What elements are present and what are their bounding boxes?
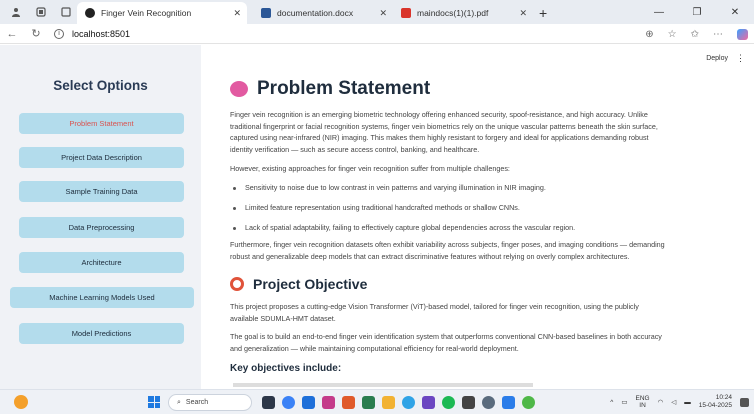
tab-title: maindocs(1)(1).pdf	[417, 8, 489, 18]
key-objectives-title: Key objectives include:	[230, 363, 342, 374]
display-icon[interactable]: ▭	[621, 398, 627, 406]
variability-paragraph: Furthermore, finger vein recognition dat…	[230, 240, 665, 261]
sidebar-title: Select Options	[53, 78, 148, 93]
clipped-text-line	[233, 383, 533, 387]
objective-title: Project Objective	[253, 276, 368, 292]
sidebar: Select Options Problem Statement Project…	[0, 45, 201, 389]
pdf-favicon-icon	[401, 8, 411, 18]
copilot-icon[interactable]	[737, 28, 748, 40]
close-window-icon[interactable]: ✕	[716, 7, 754, 18]
maximize-icon[interactable]: ❐	[678, 7, 716, 18]
language-indicator[interactable]: ENG IN	[635, 395, 649, 409]
system-tray: ^ ▭ ENG IN ◠ ◁ ▬ 10:24 15-04-2025	[610, 394, 732, 410]
back-icon[interactable]: ←	[0, 28, 24, 40]
taskbar: ⌕ Search ^ ▭ ENG IN ◠ ◁ ▬ 10:24 15-04-20…	[0, 389, 754, 414]
url-field[interactable]: i localhost:8501	[54, 28, 131, 39]
wifi-icon[interactable]: ◠	[658, 398, 664, 406]
app-icon[interactable]	[342, 396, 355, 409]
close-tab-icon[interactable]: ✕	[519, 8, 527, 19]
search-icon: ⌕	[177, 398, 181, 406]
tab-maindocs[interactable]: maindocs(1)(1).pdf ✕	[393, 2, 533, 24]
word-favicon-icon	[261, 8, 271, 18]
sidebar-item-architecture[interactable]: Architecture	[19, 252, 184, 273]
main-menu-icon[interactable]: ⋮	[736, 53, 745, 64]
list-item: Sensitivity to noise due to low contrast…	[233, 183, 723, 192]
intro-paragraph: Finger vein recognition is an emerging b…	[230, 110, 658, 154]
chevron-up-icon[interactable]: ^	[610, 399, 613, 406]
main-content: Deploy ⋮ Problem Statement Finger vein r…	[201, 45, 754, 389]
challenges-intro: However, existing approaches for finger …	[230, 164, 510, 173]
sidebar-item-problem-statement[interactable]: Problem Statement	[19, 113, 184, 134]
app-icon[interactable]	[422, 396, 435, 409]
file-explorer-icon[interactable]	[382, 396, 395, 409]
zoom-icon[interactable]: ⊕	[645, 29, 653, 40]
store-icon[interactable]	[302, 396, 315, 409]
github-favicon-icon	[85, 8, 95, 18]
edge-icon[interactable]	[282, 396, 295, 409]
more-icon[interactable]: ⋯	[713, 29, 723, 40]
tab-title: Finger Vein Recognition	[101, 8, 192, 18]
vscode-icon[interactable]	[502, 396, 515, 409]
app-icon[interactable]	[462, 396, 475, 409]
objective-paragraph: This project proposes a cutting-edge Vis…	[230, 302, 639, 323]
browser-tab-strip: Finger Vein Recognition ✕ documentation.…	[0, 0, 754, 24]
app-icon[interactable]	[322, 396, 335, 409]
deploy-button[interactable]: Deploy	[706, 55, 728, 62]
favorites-icon[interactable]: ✩	[691, 29, 699, 40]
spotify-icon[interactable]	[442, 396, 455, 409]
tab-actions-icon[interactable]	[60, 7, 71, 18]
new-tab-button[interactable]: +	[539, 2, 547, 24]
battery-icon[interactable]: ▬	[684, 399, 691, 406]
minimize-icon[interactable]: —	[640, 7, 678, 18]
brain-icon	[230, 81, 248, 97]
page-title: Problem Statement	[257, 78, 431, 99]
start-icon[interactable]	[148, 396, 160, 408]
sidebar-item-project-data-description[interactable]: Project Data Description	[19, 147, 184, 168]
sidebar-item-model-predictions[interactable]: Model Predictions	[19, 323, 184, 344]
tab-finger-vein[interactable]: Finger Vein Recognition ✕	[77, 2, 247, 24]
list-item: Lack of spatial adaptability, failing to…	[233, 223, 723, 232]
task-view-icon[interactable]	[262, 396, 275, 409]
tab-title: documentation.docx	[277, 8, 354, 18]
close-tab-icon[interactable]: ✕	[233, 8, 241, 19]
sidebar-item-ml-models[interactable]: Machine Learning Models Used	[10, 287, 194, 308]
list-item: Limited feature representation using tra…	[233, 203, 723, 212]
volume-icon[interactable]: ◁	[671, 398, 676, 406]
target-icon	[230, 277, 244, 291]
address-bar: ← ↻ i localhost:8501 ⊕ ☆ ✩ ⋯	[0, 24, 754, 44]
reload-icon[interactable]: ↻	[24, 27, 48, 40]
tab-documentation[interactable]: documentation.docx ✕	[253, 2, 393, 24]
taskbar-search[interactable]: ⌕ Search	[168, 394, 252, 411]
sidebar-item-sample-training-data[interactable]: Sample Training Data	[19, 181, 184, 202]
goal-paragraph: The goal is to build an end-to-end finge…	[230, 332, 662, 353]
favorite-star-icon[interactable]: ☆	[668, 29, 677, 40]
notification-icon[interactable]	[740, 398, 749, 407]
profile-icon[interactable]	[10, 7, 21, 18]
app-icon[interactable]	[362, 396, 375, 409]
url-text: localhost:8501	[72, 28, 131, 39]
workspaces-icon[interactable]	[35, 7, 46, 18]
settings-icon[interactable]	[482, 396, 495, 409]
sidebar-item-data-preprocessing[interactable]: Data Preprocessing	[19, 217, 184, 238]
chrome-icon[interactable]	[522, 396, 535, 409]
weather-icon[interactable]	[14, 395, 28, 409]
close-tab-icon[interactable]: ✕	[379, 8, 387, 19]
site-info-icon[interactable]: i	[54, 28, 64, 39]
clock[interactable]: 10:24 15-04-2025	[699, 394, 732, 410]
app-icon[interactable]	[402, 396, 415, 409]
window-controls: — ❐ ✕	[640, 0, 754, 24]
